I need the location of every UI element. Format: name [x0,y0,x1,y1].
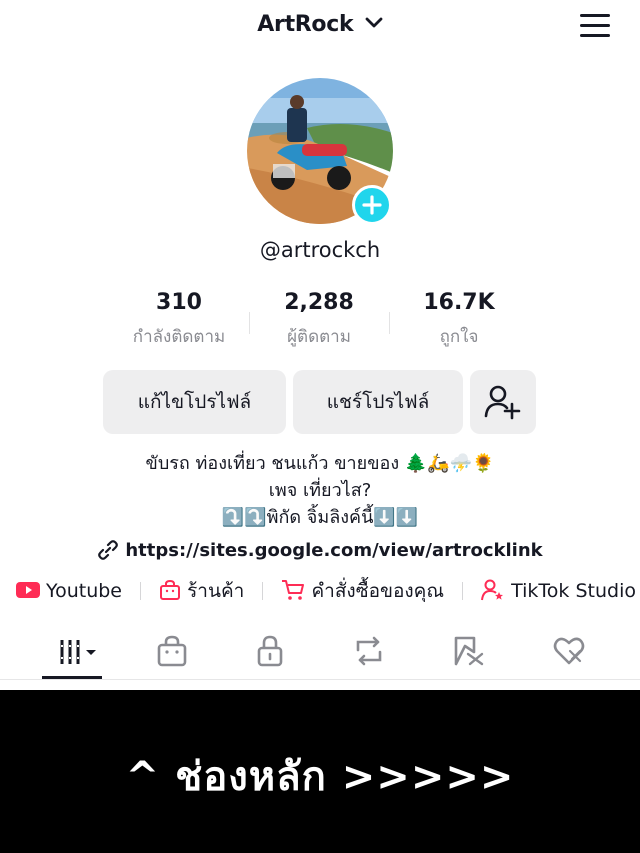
shop-icon [157,635,187,667]
followers-count: 2,288 [284,290,354,315]
profile-bio: ขับรถ ท่องเที่ยว ชนแก้ว ขายของ 🌲🛵⛈️🌻 เพจ… [0,450,640,531]
profile-shortcuts: Youtube ร้านค้า คำสั่งซื้อของคุณ TikTok … [16,576,636,606]
likes-label: ถูกใจ [439,327,479,347]
chevron-down-icon [365,17,383,28]
likes-count: 16.7K [423,290,495,315]
shop-bag-icon [160,579,181,600]
following-count: 310 [156,290,202,315]
tab-liked[interactable] [536,630,596,678]
stat-followers[interactable]: 2,288 ผู้ติดตาม [249,290,389,350]
studio-person-icon [481,579,504,600]
add-friend-button[interactable] [470,370,536,434]
hamburger-menu-icon[interactable] [580,14,610,38]
favorites-icon [454,636,484,666]
add-story-button[interactable] [352,185,392,225]
liked-icon [553,637,585,665]
youtube-icon [16,581,40,598]
divider [462,582,464,600]
link-url: https://sites.google.com/view/artrocklin… [125,540,543,561]
username-handle: @artrockch [259,238,381,262]
plus-icon [362,195,382,215]
bio-line: ⤵️⤵️พิกัด จิ้มลิงค์นี้⬇️⬇️ [221,507,419,528]
stat-following[interactable]: 310 กำลังติดตาม [109,290,249,350]
account-name: ArtRock [257,12,354,37]
share-profile-button[interactable]: แชร์โปรไฟล์ [293,370,463,434]
repost-icon [356,636,382,666]
shortcut-label: TikTok Studio [511,580,636,602]
shortcut-orders[interactable]: คำสั่งซื้อของคุณ [281,576,444,606]
profile-header: ArtRock [0,0,640,56]
shortcut-youtube[interactable]: Youtube [16,580,122,602]
following-label: กำลังติดตาม [132,327,226,347]
shortcut-shop[interactable]: ร้านค้า [159,576,244,606]
active-tab-indicator [42,676,102,679]
shortcut-label: คำสั่งซื้อของคุณ [311,580,445,602]
shortcut-label: Youtube [46,580,122,602]
tab-private[interactable] [238,630,298,678]
tab-videos[interactable] [42,630,102,678]
add-person-icon [484,385,521,420]
content-tabs [0,630,640,680]
bio-line: เพจ เที่ยวไส? [268,480,372,501]
divider [262,582,264,600]
bio-link[interactable]: https://sites.google.com/view/artrocklin… [0,539,640,561]
avatar-container[interactable] [247,78,393,225]
link-icon [98,539,119,560]
cart-icon [282,579,305,600]
caption-banner: ^ ช่องหลัก >>>>> [0,690,640,853]
stat-likes[interactable]: 16.7K ถูกใจ [389,290,529,350]
caption-text: ^ ช่องหลัก >>>>> [125,754,515,800]
bio-line: ขับรถ ท่องเที่ยว ชนแก้ว ขายของ 🌲🛵⛈️🌻 [145,453,495,474]
tab-shop[interactable] [140,630,200,678]
followers-label: ผู้ติดตาม [287,327,351,347]
tab-reposts[interactable] [336,630,396,678]
videos-grid-icon [60,640,96,664]
divider [140,582,142,600]
shortcut-label: ร้านค้า [187,580,245,602]
profile-screen: ArtRock @artrockch 310 กำลังติดตาม 2,288… [0,0,640,690]
edit-profile-button[interactable]: แก้ไขโปรไฟล์ [103,370,286,434]
lock-icon [257,635,283,667]
account-switcher[interactable]: ArtRock [0,12,640,37]
shortcut-tiktok-studio[interactable]: TikTok Studio [481,579,636,602]
tab-favorites[interactable] [436,630,496,678]
